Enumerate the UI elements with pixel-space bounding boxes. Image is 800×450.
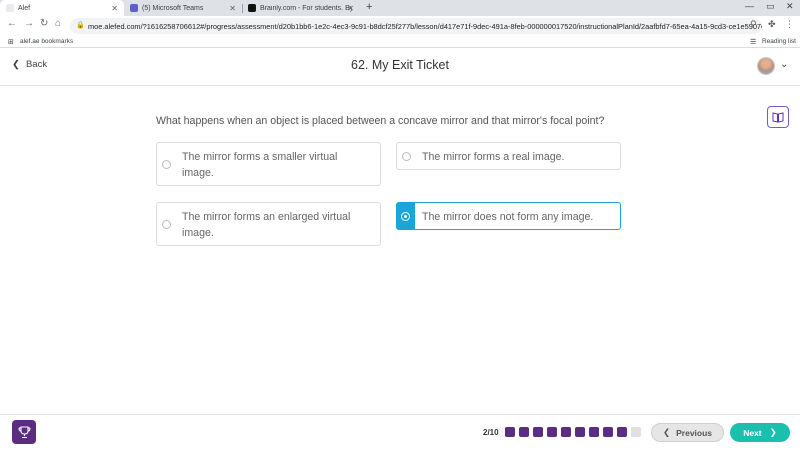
radio-button[interactable]	[402, 152, 411, 161]
answer-option-4[interactable]: The mirror does not form any image.	[396, 202, 621, 230]
progress-step	[617, 427, 627, 437]
brainly-favicon-icon	[248, 4, 256, 12]
progress-step	[519, 427, 529, 437]
answer-option-2[interactable]: The mirror forms a real image.	[396, 142, 621, 170]
apps-grid-icon[interactable]: ⊞	[8, 38, 14, 46]
close-icon[interactable]: ✕	[111, 4, 118, 13]
tab-label: Brainly.com - For students. By st	[260, 4, 352, 12]
progress-step	[575, 427, 585, 437]
progress-step	[589, 427, 599, 437]
maximize-icon[interactable]: ▭	[766, 1, 775, 12]
trophy-glyph-icon	[17, 425, 31, 438]
avatar[interactable]	[757, 57, 775, 75]
radio-button-selected[interactable]	[401, 212, 410, 221]
option-text-line: The mirror forms a smaller virtual	[182, 151, 338, 163]
bookmark-link[interactable]: alef.ae bookmarks	[20, 38, 73, 45]
chevron-left-icon: ❮	[662, 427, 671, 437]
question-text: What happens when an object is placed be…	[156, 115, 605, 127]
book-icon[interactable]	[767, 106, 789, 128]
tab-label: (5) Microsoft Teams	[142, 4, 204, 12]
option-text-line: image.	[182, 227, 214, 239]
progress-step	[533, 427, 543, 437]
radio-button[interactable]	[162, 160, 171, 169]
tab-label: Alef	[18, 4, 31, 12]
progress-step	[505, 427, 515, 437]
book-glyph-icon	[772, 112, 784, 123]
next-label: Next	[743, 427, 762, 438]
previous-label: Previous	[676, 427, 713, 438]
new-tab-icon[interactable]: +	[366, 1, 372, 13]
option-text-line: The mirror does not form any image.	[422, 211, 594, 223]
minimize-icon[interactable]: —	[745, 1, 754, 11]
back-arrow-icon[interactable]: ←	[7, 18, 17, 29]
lock-icon[interactable]: 🔒	[76, 21, 85, 29]
browser-tab-alef[interactable]: Alef ✕	[0, 0, 124, 16]
browser-tab-teams[interactable]: (5) Microsoft Teams ✕	[124, 0, 242, 16]
option-text-line: The mirror forms an enlarged virtual	[182, 211, 351, 223]
close-icon[interactable]: ✕	[229, 4, 236, 13]
reading-list-link[interactable]: Reading list	[762, 38, 796, 45]
browser-tabstrip: Alef ✕ (5) Microsoft Teams ✕ Brainly.com…	[0, 0, 800, 16]
window-close-icon[interactable]: ✕	[786, 1, 794, 12]
bookmarks-bar: ⊞ alef.ae bookmarks ☰ Reading list	[0, 36, 800, 48]
option-text-line: image.	[182, 167, 214, 179]
trophy-icon[interactable]	[12, 420, 36, 444]
chevron-right-icon: ❯	[769, 427, 777, 437]
forward-arrow-icon[interactable]: →	[24, 18, 34, 29]
progress-step	[631, 427, 641, 437]
reload-icon[interactable]: ↻	[40, 18, 48, 29]
extensions-icon[interactable]: ✤	[768, 19, 776, 30]
alef-favicon-icon	[6, 4, 14, 12]
previous-button[interactable]: ❮ Previous	[651, 423, 724, 442]
progress-step	[603, 427, 613, 437]
home-icon[interactable]: ⌂	[55, 18, 61, 29]
reading-list-icon[interactable]: ☰	[750, 38, 756, 46]
option-text-line: The mirror forms a real image.	[422, 151, 565, 163]
progress-step	[547, 427, 557, 437]
address-bar[interactable]: moe.alefed.com/?1616258706612#/progress/…	[70, 18, 762, 34]
page-title: 62. My Exit Ticket	[351, 58, 449, 72]
answer-option-1[interactable]: The mirror forms a smaller virtual image…	[156, 142, 381, 186]
radio-button[interactable]	[162, 220, 171, 229]
progress-step	[561, 427, 571, 437]
chevron-down-icon[interactable]: ⌄	[780, 59, 788, 70]
location-pin-icon[interactable]: ⚲	[750, 19, 757, 30]
menu-dots-icon[interactable]: ⋮	[785, 19, 794, 30]
answer-option-3[interactable]: The mirror forms an enlarged virtual ima…	[156, 202, 381, 246]
url-text: moe.alefed.com/?1616258706612#/progress/…	[88, 21, 762, 31]
browser-tab-brainly[interactable]: Brainly.com - For students. By st ✕	[242, 0, 360, 16]
next-button[interactable]: Next ❯	[730, 423, 790, 442]
close-icon[interactable]: ✕	[347, 4, 354, 13]
progress-steps	[505, 427, 641, 437]
progress-counter: 2/10	[483, 428, 499, 437]
teams-favicon-icon	[130, 4, 138, 12]
